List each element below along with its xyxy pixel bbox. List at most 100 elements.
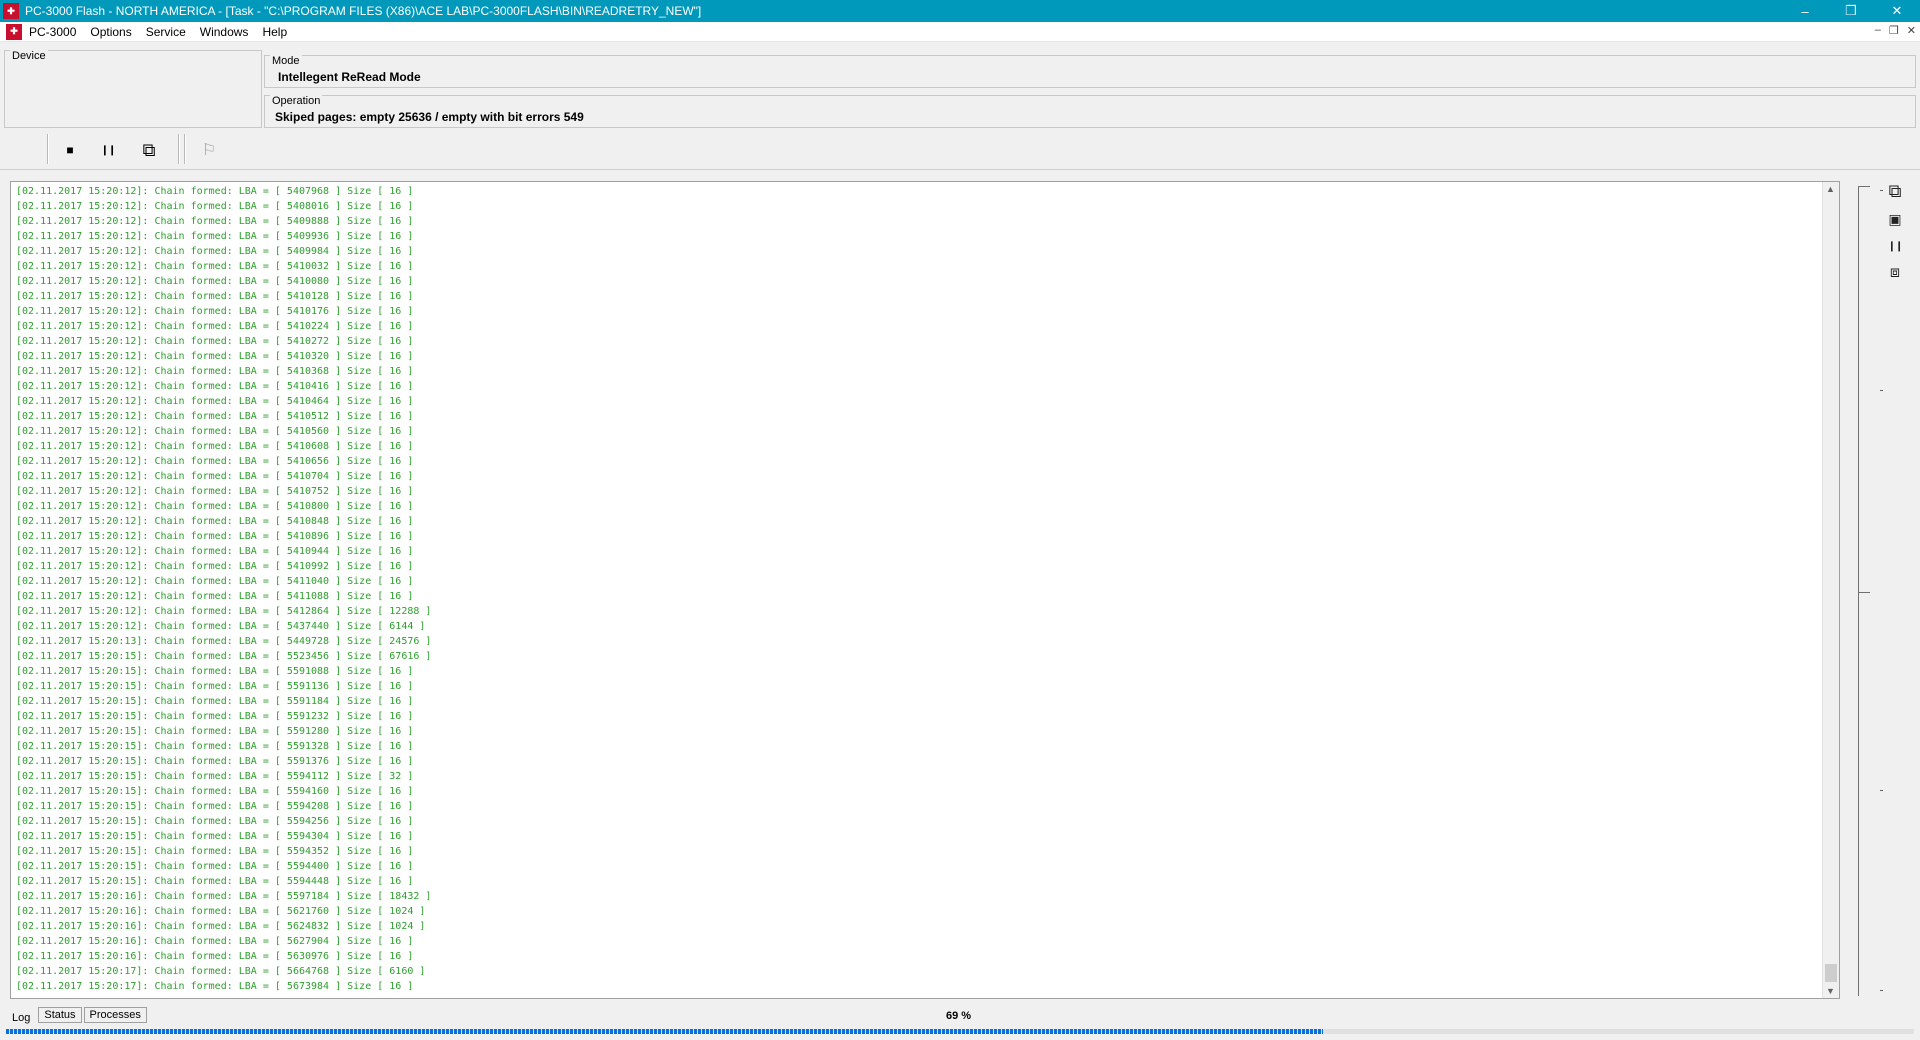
log-line: [02.11.2017 15:20:12]: Chain formed: LBA… bbox=[16, 351, 414, 362]
log-line: [02.11.2017 15:20:15]: Chain formed: LBA… bbox=[16, 786, 414, 797]
log-line: [02.11.2017 15:20:17]: Chain formed: LBA… bbox=[16, 981, 414, 992]
mode-legend: Mode bbox=[270, 55, 302, 67]
log-line: [02.11.2017 15:20:12]: Chain formed: LBA… bbox=[16, 606, 432, 617]
mdi-controls: – ❐ ✕ bbox=[1875, 24, 1916, 37]
menu-bar: ✚ PC-3000 Options Service Windows Help –… bbox=[0, 22, 1920, 42]
log-line: [02.11.2017 15:20:12]: Chain formed: LBA… bbox=[16, 291, 414, 302]
log-line: [02.11.2017 15:20:16]: Chain formed: LBA… bbox=[16, 891, 432, 902]
log-line: [02.11.2017 15:20:12]: Chain formed: LBA… bbox=[16, 591, 414, 602]
log-line: [02.11.2017 15:20:15]: Chain formed: LBA… bbox=[16, 711, 414, 722]
tab-log[interactable]: Log bbox=[6, 1007, 37, 1024]
log-line: [02.11.2017 15:20:12]: Chain formed: LBA… bbox=[16, 381, 414, 392]
scroll-thumb[interactable] bbox=[1825, 964, 1837, 982]
window-controls: – ❐ ✕ bbox=[1782, 0, 1920, 22]
device-legend: Device bbox=[10, 50, 48, 62]
log-scrollbar[interactable]: ▲ ▼ bbox=[1822, 182, 1839, 998]
log-line: [02.11.2017 15:20:15]: Chain formed: LBA… bbox=[16, 831, 414, 842]
menu-options[interactable]: Options bbox=[83, 25, 138, 39]
log-line: [02.11.2017 15:20:12]: Chain formed: LBA… bbox=[16, 561, 414, 572]
log-line: [02.11.2017 15:20:12]: Chain formed: LBA… bbox=[16, 216, 414, 227]
scroll-down-icon[interactable]: ▼ bbox=[1826, 986, 1835, 996]
menu-windows[interactable]: Windows bbox=[193, 25, 256, 39]
log-line: [02.11.2017 15:20:15]: Chain formed: LBA… bbox=[16, 846, 414, 857]
toolbar-separator bbox=[178, 134, 180, 164]
log-line: [02.11.2017 15:20:12]: Chain formed: LBA… bbox=[16, 276, 414, 287]
log-line: [02.11.2017 15:20:12]: Chain formed: LBA… bbox=[16, 411, 414, 422]
log-line: [02.11.2017 15:20:12]: Chain formed: LBA… bbox=[16, 576, 414, 587]
child-window-icon[interactable]: ✚ bbox=[6, 23, 22, 40]
splitter-tick bbox=[1880, 990, 1883, 991]
progress-bar bbox=[6, 1029, 1914, 1034]
log-line: [02.11.2017 15:20:17]: Chain formed: LBA… bbox=[16, 966, 426, 977]
side-pause-icon[interactable]: ❙❙ bbox=[1884, 235, 1906, 257]
save-icon[interactable]: ▣ bbox=[1884, 208, 1906, 230]
operation-value: Skiped pages: empty 25636 / empty with b… bbox=[275, 110, 584, 124]
pause-icon[interactable]: ❙❙ bbox=[96, 138, 120, 162]
log-line: [02.11.2017 15:20:15]: Chain formed: LBA… bbox=[16, 666, 414, 677]
mdi-minimize-button[interactable]: – bbox=[1875, 24, 1881, 37]
progress-fill bbox=[6, 1029, 1323, 1034]
log-line: [02.11.2017 15:20:12]: Chain formed: LBA… bbox=[16, 246, 414, 257]
copy-log-icon[interactable]: ⧈ bbox=[1884, 262, 1906, 284]
log-line: [02.11.2017 15:20:12]: Chain formed: LBA… bbox=[16, 456, 414, 467]
log-line: [02.11.2017 15:20:16]: Chain formed: LBA… bbox=[16, 906, 426, 917]
mode-value: Intellegent ReRead Mode bbox=[278, 70, 421, 84]
splitter-segment bbox=[1858, 592, 1870, 996]
log-line: [02.11.2017 15:20:15]: Chain formed: LBA… bbox=[16, 756, 414, 767]
log-line: [02.11.2017 15:20:15]: Chain formed: LBA… bbox=[16, 876, 414, 887]
side-export-icon[interactable]: ⧉ bbox=[1884, 180, 1906, 202]
menu-pc3000[interactable]: PC-3000 bbox=[22, 25, 83, 39]
restore-button[interactable]: ❐ bbox=[1828, 0, 1874, 22]
toolbar-separator bbox=[184, 134, 186, 164]
log-lines: [02.11.2017 15:20:12]: Chain formed: LBA… bbox=[16, 184, 431, 994]
log-line: [02.11.2017 15:20:16]: Chain formed: LBA… bbox=[16, 921, 426, 932]
log-line: [02.11.2017 15:20:12]: Chain formed: LBA… bbox=[16, 306, 414, 317]
close-button[interactable]: ✕ bbox=[1874, 0, 1920, 22]
mode-group: Mode Intellegent ReRead Mode bbox=[264, 55, 1916, 88]
scroll-up-icon[interactable]: ▲ bbox=[1826, 184, 1835, 194]
stop-icon[interactable]: ■ bbox=[58, 138, 82, 162]
tab-status[interactable]: Status bbox=[38, 1007, 82, 1023]
log-line: [02.11.2017 15:20:16]: Chain formed: LBA… bbox=[16, 951, 414, 962]
splitter-tick bbox=[1880, 190, 1883, 191]
mdi-restore-button[interactable]: ❐ bbox=[1889, 24, 1899, 37]
log-line: [02.11.2017 15:20:12]: Chain formed: LBA… bbox=[16, 471, 414, 482]
operation-group: Operation Skiped pages: empty 25636 / em… bbox=[264, 95, 1916, 128]
log-line: [02.11.2017 15:20:12]: Chain formed: LBA… bbox=[16, 501, 414, 512]
log-line: [02.11.2017 15:20:15]: Chain formed: LBA… bbox=[16, 681, 414, 692]
app-icon[interactable]: ✚ bbox=[3, 3, 19, 19]
tab-processes[interactable]: Processes bbox=[83, 1007, 147, 1023]
log-line: [02.11.2017 15:20:16]: Chain formed: LBA… bbox=[16, 936, 414, 947]
log-line: [02.11.2017 15:20:15]: Chain formed: LBA… bbox=[16, 726, 414, 737]
log-line: [02.11.2017 15:20:15]: Chain formed: LBA… bbox=[16, 816, 414, 827]
log-line: [02.11.2017 15:20:15]: Chain formed: LBA… bbox=[16, 741, 414, 752]
progress-label: 69 % bbox=[946, 1010, 972, 1022]
log-line: [02.11.2017 15:20:15]: Chain formed: LBA… bbox=[16, 696, 414, 707]
log-line: [02.11.2017 15:20:12]: Chain formed: LBA… bbox=[16, 516, 414, 527]
log-line: [02.11.2017 15:20:12]: Chain formed: LBA… bbox=[16, 321, 414, 332]
log-panel[interactable]: [02.11.2017 15:20:12]: Chain formed: LBA… bbox=[10, 181, 1840, 999]
operation-legend: Operation bbox=[270, 95, 323, 107]
log-line: [02.11.2017 15:20:12]: Chain formed: LBA… bbox=[16, 486, 414, 497]
window-title: PC-3000 Flash - NORTH AMERICA - [Task - … bbox=[25, 4, 702, 18]
mdi-close-button[interactable]: ✕ bbox=[1907, 24, 1916, 37]
log-line: [02.11.2017 15:20:12]: Chain formed: LBA… bbox=[16, 186, 414, 197]
toolbar-separator bbox=[47, 134, 49, 164]
disabled-action-icon: ⚐ bbox=[201, 142, 217, 159]
log-line: [02.11.2017 15:20:12]: Chain formed: LBA… bbox=[16, 546, 414, 557]
log-line: [02.11.2017 15:20:12]: Chain formed: LBA… bbox=[16, 336, 414, 347]
log-line: [02.11.2017 15:20:15]: Chain formed: LBA… bbox=[16, 771, 414, 782]
log-line: [02.11.2017 15:20:12]: Chain formed: LBA… bbox=[16, 231, 414, 242]
minimize-button[interactable]: – bbox=[1782, 0, 1828, 22]
log-line: [02.11.2017 15:20:13]: Chain formed: LBA… bbox=[16, 636, 432, 647]
log-line: [02.11.2017 15:20:15]: Chain formed: LBA… bbox=[16, 651, 432, 662]
export-icon[interactable]: ⧉ bbox=[137, 138, 161, 162]
splitter-segment bbox=[1858, 186, 1870, 592]
log-line: [02.11.2017 15:20:15]: Chain formed: LBA… bbox=[16, 801, 414, 812]
menu-help[interactable]: Help bbox=[255, 25, 294, 39]
splitter-tick bbox=[1880, 790, 1883, 791]
side-splitter[interactable] bbox=[1858, 186, 1874, 996]
menu-service[interactable]: Service bbox=[139, 25, 193, 39]
toolbar: ■ ❙❙ ⧉ ⚐ bbox=[0, 130, 1920, 170]
log-line: [02.11.2017 15:20:12]: Chain formed: LBA… bbox=[16, 261, 414, 272]
